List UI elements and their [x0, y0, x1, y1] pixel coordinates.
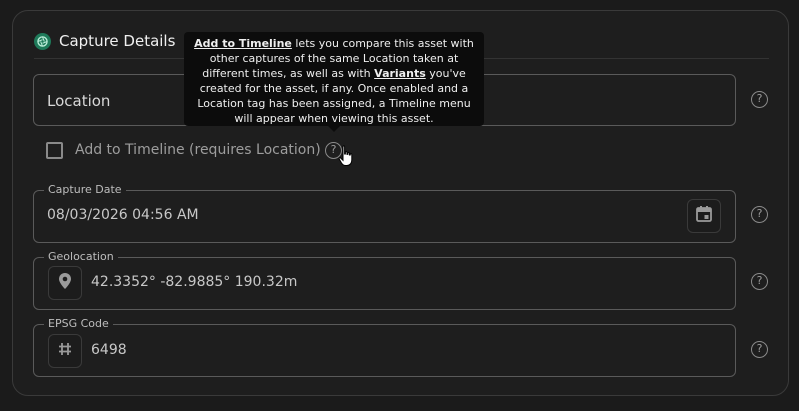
tooltip-arrow	[328, 126, 340, 132]
geolocation-help-icon[interactable]: ?	[751, 273, 768, 290]
hash-icon	[57, 341, 73, 361]
geolocation-value: 42.3352° -82.9885° 190.32m	[91, 274, 298, 290]
aperture-icon	[34, 32, 51, 50]
geolocation-icon-box	[48, 266, 82, 300]
calendar-button[interactable]	[687, 199, 721, 233]
section-title: Capture Details	[59, 32, 176, 50]
section-header: Capture Details	[34, 30, 175, 52]
tooltip-link-variants[interactable]: Variants	[374, 67, 426, 80]
capture-date-help-icon[interactable]: ?	[751, 206, 768, 223]
tooltip-link-timeline[interactable]: Add to Timeline	[194, 37, 292, 50]
geolocation-field[interactable]: Geolocation 42.3352° -82.9885° 190.32m	[33, 250, 736, 310]
timeline-checkbox[interactable]	[46, 142, 63, 159]
location-help-icon[interactable]: ?	[751, 91, 768, 108]
epsg-code-value: 6498	[91, 342, 127, 358]
capture-date-field[interactable]: Capture Date 08/03/2026 04:56 AM	[33, 183, 736, 243]
timeline-checkbox-label[interactable]: Add to Timeline (requires Location)	[75, 142, 321, 158]
hand-pointer-icon	[338, 145, 354, 171]
timeline-tooltip: Add to Timeline lets you compare this as…	[184, 32, 484, 126]
capture-date-value: 08/03/2026 04:56 AM	[47, 207, 199, 223]
capture-date-label: Capture Date	[44, 183, 126, 197]
epsg-code-label: EPSG Code	[44, 317, 113, 331]
epsg-help-icon[interactable]: ?	[751, 341, 768, 358]
epsg-icon-box	[48, 334, 82, 368]
geolocation-label: Geolocation	[44, 250, 118, 264]
calendar-icon	[695, 205, 713, 227]
epsg-code-field[interactable]: EPSG Code 6498	[33, 317, 736, 377]
map-pin-icon	[58, 272, 72, 294]
location-placeholder: Location	[47, 92, 111, 110]
